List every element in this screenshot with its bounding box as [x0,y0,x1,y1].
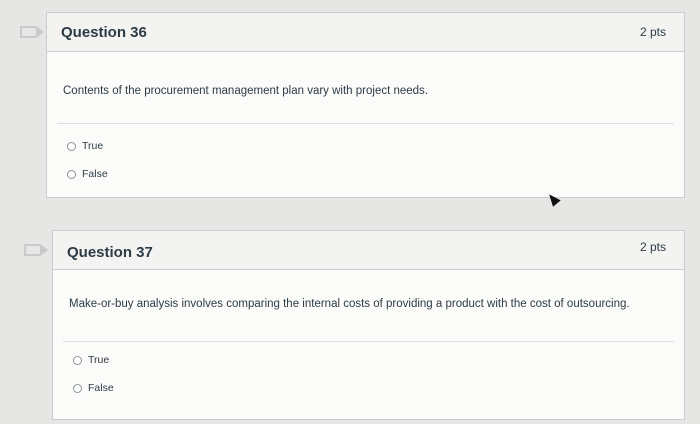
flag-question-icon[interactable] [24,244,48,256]
radio-button[interactable] [67,169,76,179]
answer-list: True False [57,123,674,194]
question-title: Question 36 [61,24,147,41]
question-points: 2 pts [639,240,666,254]
question-card-37: Question 37 2 pts Make-or-buy analysis i… [52,230,685,420]
question-card-36: Question 36 2 pts Contents of the procur… [46,12,685,198]
question-header: Question 37 2 pts [53,231,684,270]
radio-button[interactable] [67,141,76,151]
answer-label: False [82,168,108,180]
radio-button[interactable] [73,355,82,365]
flag-question-icon[interactable] [20,26,44,38]
question-text: Contents of the procurement management p… [63,85,429,97]
question-points: 2 pts [639,25,666,39]
answer-option-true[interactable]: True [67,140,103,152]
answer-option-false[interactable]: False [73,382,114,394]
answer-list: True False [63,341,674,416]
answer-option-true[interactable]: True [73,354,109,366]
question-header: Question 36 2 pts [47,13,684,52]
answer-option-false[interactable]: False [67,168,108,180]
answer-label: False [88,382,114,394]
question-title: Question 37 [67,244,153,261]
question-text: Make-or-buy analysis involves comparing … [69,298,630,310]
radio-button[interactable] [73,383,82,393]
answer-label: True [88,354,110,366]
answer-label: True [82,140,104,152]
